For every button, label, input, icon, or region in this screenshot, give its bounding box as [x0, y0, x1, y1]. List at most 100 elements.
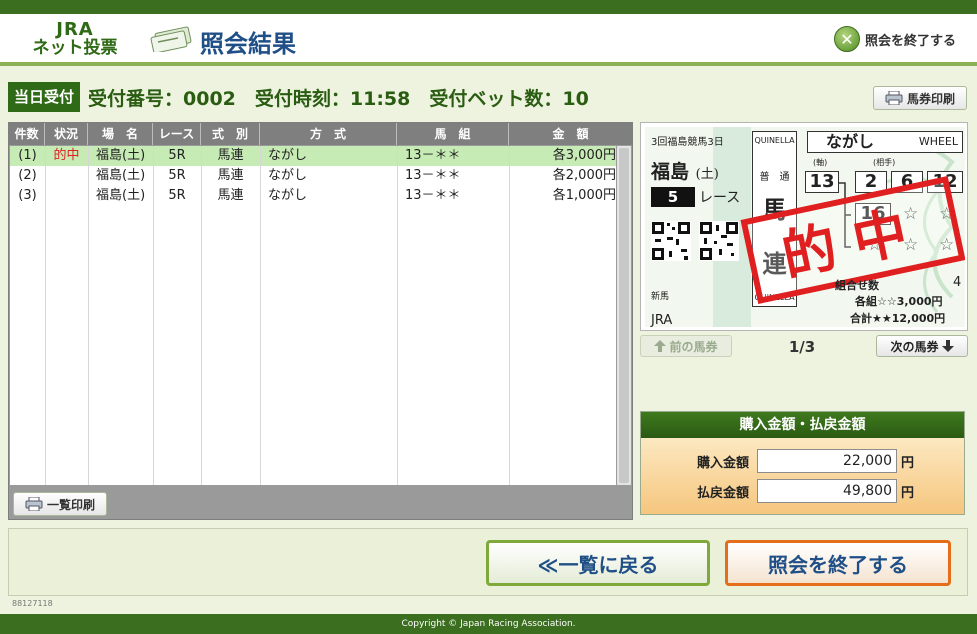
ticket-place-name: 福島: [651, 161, 690, 183]
bet-list-panel: 件数 状況 場 名 レース 式 別 方 式 馬 組 金 額 (1) 的中 福島(…: [8, 122, 633, 520]
table-row[interactable]: (2) 福島(土) 5R 馬連 ながし 13－＊＊ 各2,000円: [10, 166, 616, 186]
print-ticket-label: 馬券印刷: [906, 91, 955, 106]
row-amount: 各3,000円: [552, 148, 616, 163]
table-row[interactable]: (1) 的中 福島(土) 5R 馬連 ながし 13－＊＊ 各3,000円: [10, 146, 616, 166]
row-amount: 各1,000円: [552, 188, 616, 203]
row-type: 馬連: [217, 148, 244, 163]
col-race: レース: [153, 123, 201, 145]
page-title: 照会結果: [200, 30, 296, 58]
prev-ticket-label: 前の馬券: [669, 339, 718, 354]
printer-icon: [885, 91, 903, 105]
each-combo-amount: 各組☆☆3,000円: [855, 295, 943, 308]
col-bet-type: 式 別: [201, 123, 260, 145]
print-ticket-button[interactable]: 馬券印刷: [873, 86, 967, 110]
arrow-down-icon: [941, 340, 954, 352]
payout-amount-label: 払戻金額: [696, 485, 749, 501]
row-combo: 13－＊＊: [405, 188, 461, 203]
receipt-info-text: 受付番号：0002 受付時刻：11:58 受付ベット数：10: [88, 87, 589, 110]
combo-count-label: 組合せ数: [835, 279, 879, 292]
row-no: (3): [18, 188, 37, 203]
header: JRA ネット投票 照会結果 ✕ 照会を終了する: [0, 14, 977, 66]
row-method: ながし: [268, 148, 308, 163]
end-inquiry-header-label: 照会を終了する: [865, 33, 957, 49]
ticket-category: 新馬: [651, 292, 670, 302]
row-race: 5R: [168, 188, 186, 203]
row-status: [45, 166, 88, 186]
row-type: 馬連: [217, 188, 244, 203]
next-ticket-label: 次の馬券: [890, 339, 939, 354]
col-amount: 金 額: [552, 127, 589, 141]
row-amount: 各2,000円: [552, 168, 616, 183]
col-place: 場 名: [88, 123, 153, 145]
col-count: 件数: [9, 123, 45, 145]
back-to-list-button[interactable]: ≪一覧に戻る: [486, 540, 710, 586]
print-list-button[interactable]: 一覧印刷: [13, 492, 107, 516]
amount-panel: 購入金額・払戻金額 購入金額 22,000 円 払戻金額 49,800 円: [640, 411, 965, 515]
ticket-method: ながし: [826, 132, 875, 151]
row-place: 福島(土): [96, 148, 146, 163]
ticket-kind: 普 通: [759, 172, 790, 183]
copyright-footer: Copyright © Japan Racing Association.: [0, 614, 977, 634]
col-status: 状況: [45, 123, 88, 145]
purchase-amount-label: 購入金額: [696, 455, 749, 471]
combo-count: 4: [953, 275, 962, 290]
ticket-day: (土): [695, 167, 719, 182]
ticket-method-en: WHEEL: [918, 135, 958, 148]
ticket-image: 3回福島競馬3日 福島 (土) 5 レース 新馬 JRA QUINELLA 普 …: [640, 122, 968, 331]
ticket-place: 福島 (土): [651, 157, 719, 184]
ticket-race-unit: レース: [699, 190, 741, 206]
table-row[interactable]: (3) 福島(土) 5R 馬連 ながし 13－＊＊ 各1,000円: [10, 186, 616, 206]
list-body: (1) 的中 福島(土) 5R 馬連 ながし 13－＊＊ 各3,000円 (2)…: [10, 146, 616, 485]
ticket-stack-icon: [150, 26, 192, 52]
top-bar: [0, 0, 977, 14]
screen-code: 88127118: [12, 599, 53, 608]
print-list-label: 一覧印刷: [46, 497, 95, 512]
row-method: ながし: [268, 168, 308, 183]
payout-amount-row: 払戻金額 49,800 円: [641, 479, 966, 503]
partner-label: (相手): [873, 158, 896, 167]
quinella-label-top: QUINELLA: [754, 136, 795, 145]
end-inquiry-button[interactable]: 照会を終了する: [725, 540, 951, 586]
ticket-page-count: 1/3: [788, 338, 816, 356]
payout-amount-value: 49,800: [757, 479, 897, 503]
purchase-amount-value: 22,000: [757, 449, 897, 473]
end-inquiry-header-button[interactable]: ✕ 照会を終了する: [834, 24, 956, 54]
row-type: 馬連: [217, 168, 244, 183]
col-method: 方 式: [260, 123, 397, 145]
logo-line2: ネット投票: [32, 38, 118, 58]
row-place: 福島(土): [96, 188, 146, 203]
row-place: 福島(土): [96, 168, 146, 183]
total-amount: 合計★★12,000円: [850, 312, 946, 325]
list-scrollbar[interactable]: [617, 146, 631, 485]
printer-icon: [25, 497, 43, 511]
qr-code-icon: [651, 221, 691, 261]
row-status: 的中: [53, 148, 80, 163]
ticket-method-box: ながし WHEEL: [807, 131, 963, 153]
receipt-info-bar: 当日受付 受付番号：0002 受付時刻：11:58 受付ベット数：10: [8, 80, 589, 114]
row-no: (1): [18, 148, 37, 163]
row-no: (2): [18, 168, 37, 183]
ticket-race-no: 5: [651, 187, 695, 207]
qr-code-icon: [699, 221, 739, 261]
list-header: 件数 状況 場 名 レース 式 別 方 式 馬 組 金 額: [9, 123, 632, 145]
amount-panel-title: 購入金額・払戻金額: [641, 412, 964, 438]
axis-label: (軸): [813, 158, 828, 167]
next-ticket-button[interactable]: 次の馬券: [876, 335, 968, 357]
ticket-meeting: 3回福島競馬3日: [651, 137, 724, 148]
row-combo: 13－＊＊: [405, 168, 461, 183]
same-day-tag: 当日受付: [8, 82, 81, 112]
x-circle-icon: ✕: [834, 26, 860, 52]
row-race: 5R: [168, 148, 186, 163]
purchase-amount-row: 購入金額 22,000 円: [641, 449, 966, 473]
yen-unit: 円: [901, 485, 915, 501]
jra-logo: JRA ネット投票: [32, 20, 118, 58]
yen-unit: 円: [901, 455, 915, 471]
ticket-race: 5 レース: [651, 187, 740, 207]
row-method: ながし: [268, 188, 308, 203]
ticket-issuer: JRA: [651, 313, 673, 327]
row-status: [45, 186, 88, 206]
col-combo: 馬 組: [397, 123, 509, 145]
prev-ticket-button[interactable]: 前の馬券: [640, 335, 732, 357]
list-scrollbar-thumb[interactable]: [619, 148, 629, 483]
arrow-up-icon: [654, 340, 667, 352]
